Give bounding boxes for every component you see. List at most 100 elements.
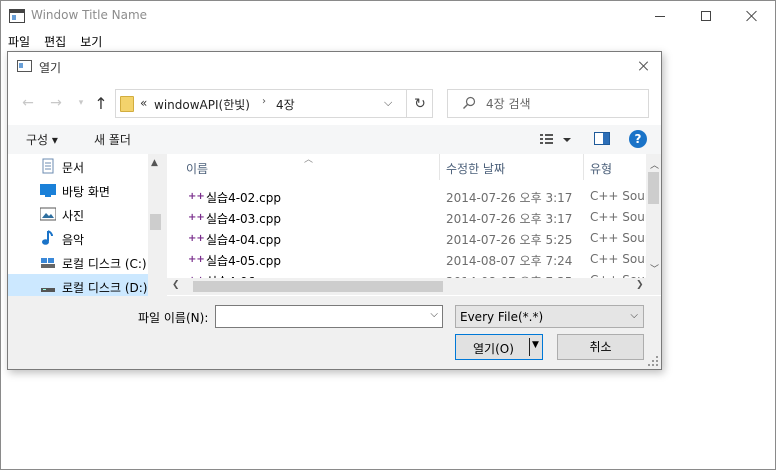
cpp-file-icon: ++: [188, 233, 205, 244]
file-row[interactable]: ++ 실습4-05.cpp 2014-08-07 오후 7:24 C++ Sou…: [167, 249, 650, 270]
command-toolbar: 구성 ▾ 새 폴더 ?: [8, 125, 661, 154]
nav-item-pictures[interactable]: 사진: [8, 202, 148, 226]
file-type: C++ Sour: [590, 210, 650, 224]
organize-button[interactable]: 구성 ▾: [26, 131, 58, 148]
minimize-icon: [655, 15, 665, 17]
back-button[interactable]: ←: [18, 93, 38, 113]
file-name: 실습4-02.cpp: [206, 191, 281, 205]
dialog-title: 열기: [39, 61, 62, 75]
music-icon: [42, 230, 53, 245]
nav-item-music[interactable]: 음악: [8, 226, 148, 250]
menu-file[interactable]: 파일: [1, 31, 37, 51]
navigation-pane-scrollbar[interactable]: ▲: [148, 154, 163, 296]
file-row[interactable]: ++ 실습4-04.cpp 2014-07-26 오후 5:25 C++ Sou…: [167, 228, 650, 249]
file-list-horizontal-scrollbar[interactable]: ❮ ❯: [167, 278, 661, 295]
chevron-down-icon: ⌵: [630, 310, 638, 321]
search-box[interactable]: [447, 89, 649, 118]
file-date: 2014-07-26 오후 3:17: [446, 191, 573, 205]
menu-edit[interactable]: 편집: [37, 31, 73, 51]
column-header-type[interactable]: 유형: [590, 154, 612, 180]
file-date: 2014-07-26 오후 5:25: [446, 233, 573, 247]
window-title: Window Title Name: [31, 8, 148, 22]
arrow-right-icon: →: [50, 95, 62, 111]
dialog-close-button[interactable]: [631, 54, 657, 78]
scroll-thumb[interactable]: [648, 172, 659, 204]
address-dropdown-button[interactable]: ⌵: [384, 96, 392, 110]
breadcrumb-separator[interactable]: ›: [262, 96, 266, 107]
address-bar[interactable]: « windowAPI(한빛) › 4장 ⌵ ↻: [115, 89, 433, 118]
nav-item-label: 문서: [62, 161, 85, 175]
cpp-file-icon: ++: [188, 191, 205, 202]
up-folder-button[interactable]: ↑: [91, 93, 111, 113]
preview-pane-icon[interactable]: [594, 132, 610, 145]
dialog-titlebar[interactable]: 열기: [8, 52, 661, 81]
filename-input[interactable]: [219, 308, 419, 325]
open-options-dropdown[interactable]: ▼: [532, 340, 539, 350]
breadcrumb-segment-4jang[interactable]: 4장: [276, 96, 295, 113]
cancel-button[interactable]: 취소: [557, 334, 644, 360]
file-row[interactable]: ++ 실습4-03.cpp 2014-07-26 오후 3:17 C++ Sou…: [167, 207, 650, 228]
arrow-left-icon: ←: [22, 95, 34, 111]
open-button[interactable]: 열기(O) ▼: [455, 334, 543, 360]
refresh-icon: ↻: [414, 95, 426, 112]
drive-icon: [41, 258, 55, 268]
menu-bar: 파일 편집 보기: [1, 31, 109, 51]
address-overflow-chevron[interactable]: «: [140, 96, 147, 110]
nav-item-desktop[interactable]: 바탕 화면: [8, 178, 148, 202]
scroll-thumb[interactable]: [193, 281, 443, 292]
navigation-row: ← → ▾ ↑ « windowAPI(한빛) › 4장 ⌵ ↻: [8, 81, 661, 125]
scroll-up-icon[interactable]: ︿: [650, 158, 659, 171]
column-header-name[interactable]: 이름: [186, 154, 208, 180]
file-date: 2014-07-26 오후 3:17: [446, 212, 573, 226]
nav-item-label: 바탕 화면: [62, 185, 110, 199]
column-header-date[interactable]: 수정한 날짜: [446, 154, 505, 180]
view-options-icon[interactable]: [538, 131, 572, 149]
menu-view[interactable]: 보기: [73, 31, 109, 51]
nav-item-label: 사진: [62, 209, 85, 223]
help-icon[interactable]: ?: [629, 130, 647, 148]
close-button[interactable]: [729, 1, 775, 31]
search-icon: [463, 96, 476, 109]
nav-item-drive-d[interactable]: 로컬 디스크 (D:): [8, 274, 148, 296]
dialog-window-icon: [17, 60, 32, 72]
forward-button[interactable]: →: [46, 93, 66, 113]
scroll-down-icon[interactable]: ﹀: [650, 262, 659, 275]
maximize-button[interactable]: [683, 1, 729, 31]
nav-item-label: 음악: [62, 233, 85, 247]
main-titlebar[interactable]: Window Title Name: [1, 1, 775, 31]
refresh-button[interactable]: ↻: [406, 90, 433, 117]
new-folder-button[interactable]: 새 폴더: [94, 131, 131, 148]
column-separator[interactable]: [583, 154, 584, 180]
breadcrumb-segment-windowapi[interactable]: windowAPI(한빛): [154, 96, 250, 113]
filename-combobox[interactable]: ⌵: [215, 305, 443, 328]
resize-grip-icon[interactable]: [648, 356, 658, 366]
filename-label: 파일 이름(N):: [138, 311, 209, 325]
desktop-icon: [40, 184, 56, 197]
maximize-icon: [701, 11, 711, 21]
close-icon: [746, 10, 758, 22]
file-type-filter[interactable]: Every File(*.*) ⌵: [455, 305, 644, 328]
scroll-up-icon[interactable]: ▲: [151, 158, 158, 168]
nav-item-drive-c[interactable]: 로컬 디스크 (C:): [8, 250, 148, 274]
file-list-vertical-scrollbar[interactable]: ︿ ﹀: [646, 154, 661, 278]
file-name: 실습4-03.cpp: [206, 212, 281, 226]
scroll-right-icon[interactable]: ❯: [636, 280, 644, 290]
sort-ascending-icon: ︿: [304, 155, 314, 165]
file-date: 2014-08-07 오후 7:24: [446, 254, 573, 268]
nav-item-documents[interactable]: 문서: [8, 154, 148, 178]
navigation-pane: 문서 바탕 화면 사진 음악 로컬 디스크 (C:) 로컬 디스크 (D:) ▲: [8, 154, 163, 296]
scroll-left-icon[interactable]: ❮: [172, 280, 180, 290]
file-type-filter-value: Every File(*.*): [460, 310, 544, 324]
minimize-button[interactable]: [637, 1, 683, 31]
file-row[interactable]: ++ 실습4-02.cpp 2014-07-26 오후 3:17 C++ Sou…: [167, 186, 650, 207]
recent-locations-button[interactable]: ▾: [71, 93, 91, 113]
file-name: 실습4-04.cpp: [206, 233, 281, 247]
arrow-up-icon: ↑: [94, 93, 108, 113]
chevron-down-icon[interactable]: ⌵: [430, 309, 438, 320]
search-input[interactable]: [486, 95, 641, 113]
scroll-thumb[interactable]: [150, 214, 161, 230]
column-separator[interactable]: [439, 154, 440, 180]
chevron-down-icon: ▾: [78, 98, 84, 108]
close-icon: [639, 61, 649, 71]
open-button-label: 열기(O): [473, 342, 514, 356]
